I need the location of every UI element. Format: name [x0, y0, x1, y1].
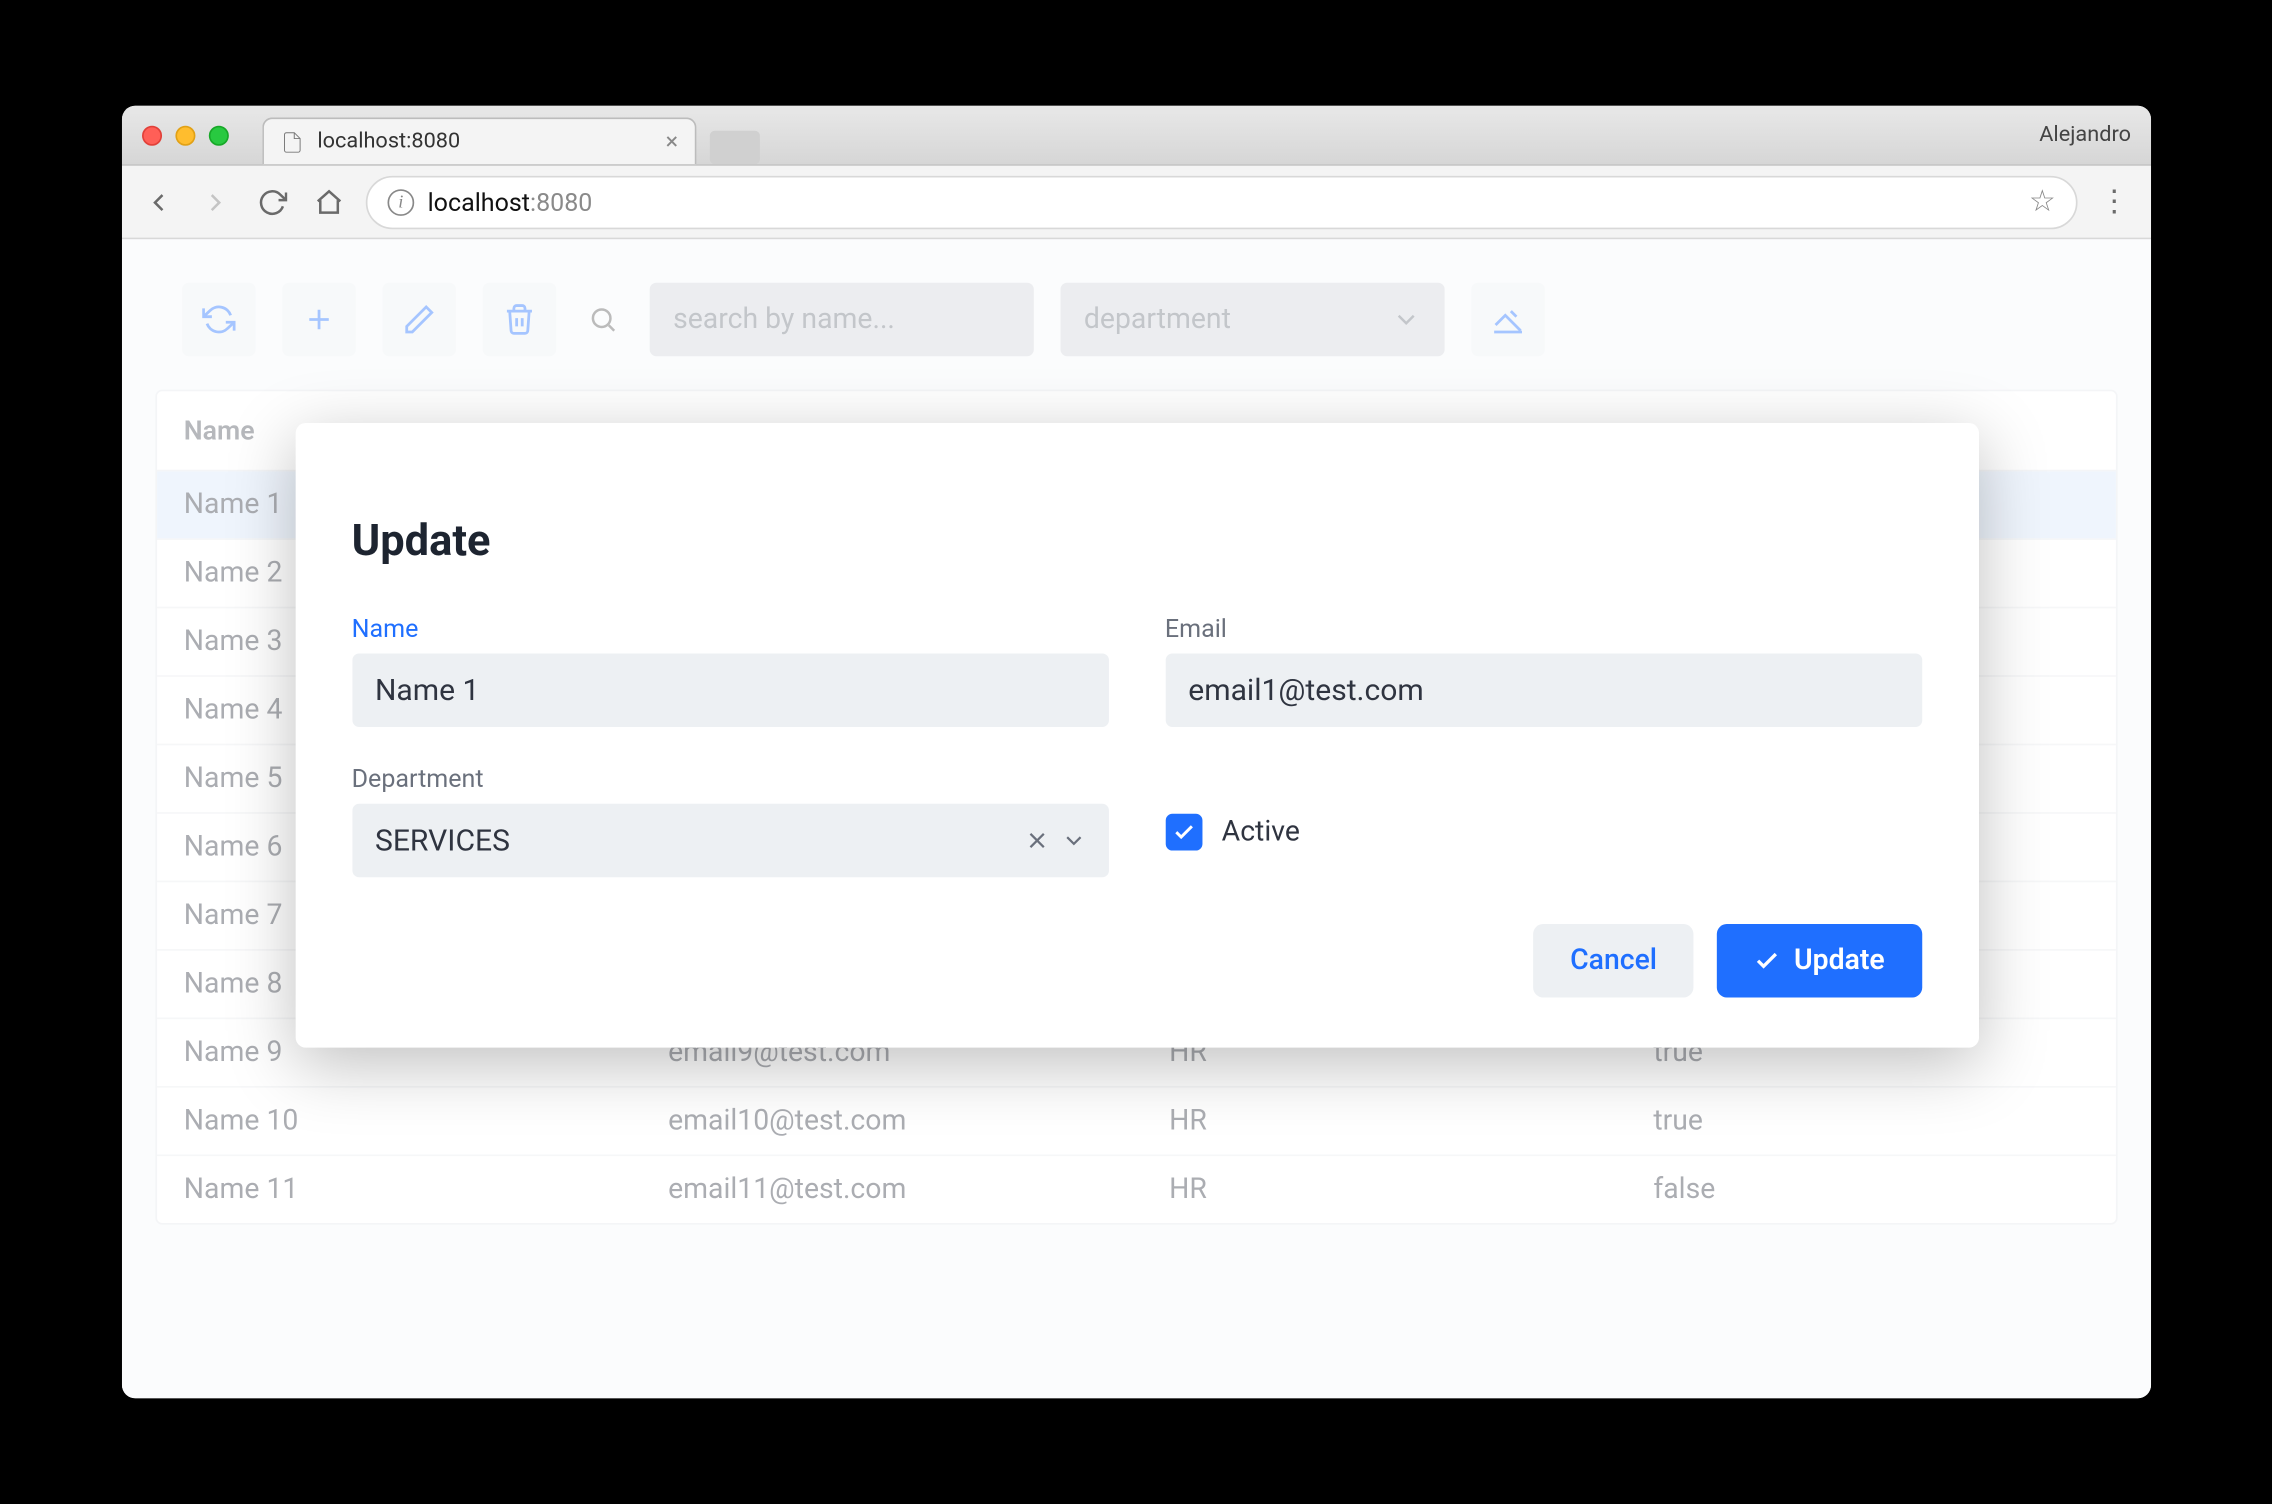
browser-new-tab-button[interactable]: [709, 131, 759, 164]
browser-tabs: localhost:8080 ×: [262, 106, 760, 164]
department-field-label: Department: [351, 764, 1108, 794]
browser-profile[interactable]: Alejandro: [2039, 122, 2131, 147]
department-field[interactable]: SERVICES: [351, 804, 1108, 877]
window-fullscreen-icon[interactable]: [208, 125, 228, 145]
modal-actions: Cancel Update: [351, 924, 1921, 997]
name-field-label: Name: [351, 613, 1108, 643]
modal-overlay: Update Name Email Department: [121, 239, 2150, 1398]
browser-menu-button[interactable]: ⋮: [2094, 184, 2134, 219]
check-icon: [1753, 947, 1780, 974]
browser-toolbar: i localhost:8080 ☆ ⋮: [121, 166, 2150, 239]
browser-home-button[interactable]: [309, 182, 349, 222]
titlebar: localhost:8080 × Alejandro: [121, 106, 2150, 166]
email-field[interactable]: [1164, 653, 1921, 726]
window-close-icon[interactable]: [142, 125, 162, 145]
clear-select-icon[interactable]: [1017, 827, 1054, 854]
browser-forward-button[interactable]: [195, 182, 235, 222]
window-minimize-icon[interactable]: [175, 125, 195, 145]
active-checkbox[interactable]: [1164, 814, 1201, 851]
browser-tab-close-icon[interactable]: ×: [665, 128, 677, 155]
cancel-button[interactable]: Cancel: [1533, 924, 1693, 997]
file-icon: [280, 130, 303, 153]
chevron-down-icon[interactable]: [1054, 827, 1091, 854]
page-content: search by name... department Name Name 1…: [121, 239, 2150, 1398]
site-info-icon[interactable]: i: [387, 188, 414, 215]
name-field[interactable]: [351, 653, 1108, 726]
browser-tab[interactable]: localhost:8080 ×: [262, 117, 696, 164]
address-host: localhost:8080: [427, 187, 592, 217]
update-modal: Update Name Email Department: [294, 423, 1977, 1048]
browser-reload-button[interactable]: [252, 182, 292, 222]
email-field-label: Email: [1164, 613, 1921, 643]
browser-back-button[interactable]: [138, 182, 178, 222]
browser-address-bar[interactable]: i localhost:8080 ☆: [365, 175, 2077, 228]
browser-tab-title: localhost:8080: [317, 129, 460, 154]
browser-window: localhost:8080 × Alejandro i localhost:8…: [121, 106, 2150, 1399]
active-checkbox-label: Active: [1221, 815, 1299, 848]
window-traffic-lights: [142, 125, 229, 145]
update-button[interactable]: Update: [1717, 924, 1921, 997]
bookmark-star-icon[interactable]: ☆: [2028, 184, 2055, 219]
department-field-value: SERVICES: [374, 823, 1017, 858]
modal-title: Update: [351, 517, 1921, 567]
